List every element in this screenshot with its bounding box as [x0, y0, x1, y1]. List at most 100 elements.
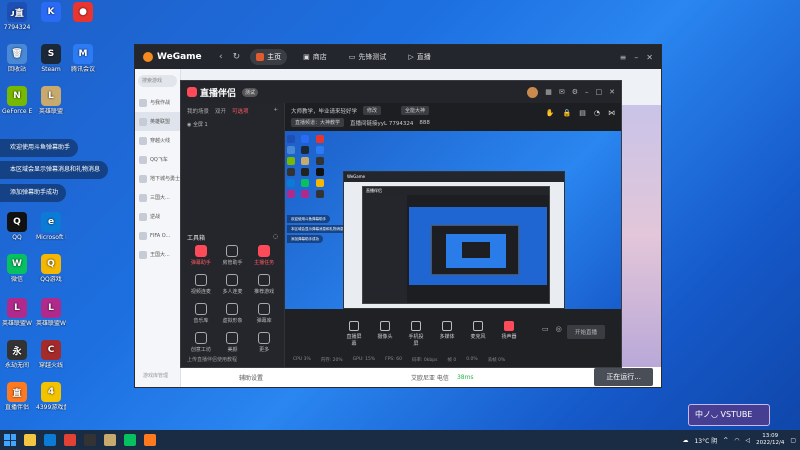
desktop-icon[interactable]: Q QQ游戏	[36, 254, 66, 283]
tab-live[interactable]: ▷ 直播	[402, 49, 436, 65]
nested-zhibo-left	[363, 195, 407, 303]
desktop-icon[interactable]: 🗑 回收站	[2, 44, 32, 73]
start-button[interactable]	[4, 434, 16, 446]
taskbar-chrome-icon[interactable]	[64, 434, 76, 446]
start-game-button[interactable]: 正在运行...	[594, 368, 653, 386]
tool-item[interactable]: 多人连麦	[217, 274, 249, 295]
desktop-icon[interactable]: C 穿越火线	[36, 340, 66, 369]
game-list-item[interactable]: QQ飞车	[135, 150, 180, 169]
desktop-icon[interactable]: ᴊ直 7794324	[2, 2, 32, 31]
weather-icon[interactable]: ☁	[682, 437, 688, 444]
tool-item[interactable]: 音乐库	[185, 303, 217, 324]
grid-icon[interactable]: ▦	[545, 88, 552, 96]
game-search-input[interactable]: 搜索游戏	[138, 75, 177, 87]
tool-item[interactable]: 弹幕助手	[185, 245, 217, 266]
close-icon[interactable]: ✕	[609, 88, 615, 96]
category-select[interactable]: 全能大神	[401, 106, 430, 115]
start-live-button[interactable]: 开始直播	[566, 325, 605, 339]
game-list-item[interactable]: 英雄联盟	[135, 112, 180, 131]
desktop-icon[interactable]: L 英雄联盟	[36, 86, 66, 115]
tab-store[interactable]: ▣ 商店	[297, 49, 333, 65]
lock-icon[interactable]: 🔒	[563, 109, 572, 117]
maximize-icon[interactable]: □	[596, 88, 603, 96]
tool-item[interactable]: 虚拟形象	[217, 303, 249, 324]
taskbar-explorer-icon[interactable]	[24, 434, 36, 446]
taskbar-wechat-icon[interactable]	[124, 434, 136, 446]
add-scene-icon[interactable]: +	[273, 107, 278, 115]
tool-item[interactable]: 美颜	[217, 332, 249, 353]
tutorial-link[interactable]: 上传直播伴侣使用教程	[187, 356, 237, 363]
scene-item[interactable]: ◉ 全屏 1	[181, 119, 284, 130]
control-button[interactable]: 手机投屏	[407, 321, 425, 347]
taskbar-wegame-icon[interactable]	[84, 434, 96, 446]
desktop-icon[interactable]: W 微信	[2, 254, 32, 283]
tab-home[interactable]: 主页	[250, 49, 288, 65]
tool-item[interactable]: 房管助手	[217, 245, 249, 266]
control-button[interactable]: 直播屏幕	[345, 321, 363, 347]
bell-icon[interactable]: ◔	[594, 109, 600, 117]
desktop-icon[interactable]: L 英雄联盟WeGame版	[2, 298, 32, 327]
menu-icon[interactable]: ≡	[620, 53, 627, 62]
game-list-item[interactable]: 王国大...	[135, 245, 180, 264]
minimize-icon[interactable]: –	[585, 88, 589, 96]
desktop-icon[interactable]: e Microsoft Edge	[36, 212, 66, 241]
left-tab[interactable]: 我的场景	[187, 107, 209, 115]
desktop-icon[interactable]: M 腾讯会议	[68, 44, 98, 73]
edit-title-button[interactable]: 修改	[363, 106, 382, 115]
game-list-item[interactable]: 穿越火线	[135, 131, 180, 150]
desktop-icon[interactable]: S Steam	[36, 44, 66, 73]
refresh-icon[interactable]: ↻	[233, 52, 241, 62]
desktop-icon[interactable]: K	[36, 2, 66, 24]
volume-icon[interactable]: ◁	[746, 437, 751, 444]
control-button[interactable]: 摄像头	[376, 321, 394, 347]
taskbar-edge-icon[interactable]	[44, 434, 56, 446]
control-button[interactable]: 扬声器	[500, 321, 518, 347]
tab-beta[interactable]: ▭ 先锋测试	[343, 49, 393, 65]
network-icon[interactable]: ◠	[734, 437, 739, 444]
left-tab[interactable]: 双开	[215, 107, 226, 115]
tool-item[interactable]: 主播任务	[248, 245, 280, 266]
game-list-item[interactable]: 与我作战	[135, 93, 180, 112]
notification-icon[interactable]: ▢	[790, 437, 796, 444]
share-icon[interactable]: ⋈	[608, 109, 615, 117]
desktop-icon[interactable]: 永永劫无间	[2, 340, 32, 369]
taskbar-zhibo-icon[interactable]	[144, 434, 156, 446]
hand-icon[interactable]: ✋	[546, 109, 555, 117]
layout-icon[interactable]: ▤	[579, 109, 586, 117]
game-list-item[interactable]: FIFA O...	[135, 226, 180, 245]
game-list-item[interactable]: 三国大...	[135, 188, 180, 207]
tray-arrow-icon[interactable]: ^	[723, 437, 728, 444]
channel-select[interactable]: 直播频道：大神教学	[291, 118, 345, 127]
game-list-item[interactable]: 逆战	[135, 207, 180, 226]
back-icon[interactable]: ‹	[219, 52, 223, 62]
desktop-icon[interactable]: 4 4399游戏盒	[36, 382, 66, 411]
record-icon[interactable]: ◎	[556, 325, 562, 333]
tool-item[interactable]: 创意工坊	[185, 332, 217, 353]
desktop-icon[interactable]: L 英雄联盟WeGame版	[36, 298, 66, 327]
library-manage-link[interactable]: 游戏库管理	[143, 372, 168, 379]
server-select[interactable]: 艾欧尼亚 电信	[411, 373, 449, 382]
taskbar-lol-icon[interactable]	[104, 434, 116, 446]
close-icon[interactable]: ✕	[646, 53, 653, 62]
clock[interactable]: 13:09 2022/12/4	[756, 433, 784, 447]
minimize-icon[interactable]: –	[634, 53, 638, 62]
game-list-item[interactable]: 地下城与勇士	[135, 169, 180, 188]
avatar[interactable]	[527, 86, 539, 98]
desktop-icon[interactable]: Q QQ	[2, 212, 32, 241]
tool-item[interactable]: 弹幕库	[248, 303, 280, 324]
left-tab[interactable]: 可选项	[232, 107, 249, 115]
tool-item[interactable]: 推荐游戏	[248, 274, 280, 295]
assist-settings[interactable]: 辅助设置	[239, 373, 263, 382]
mail-icon[interactable]: ✉	[559, 88, 565, 96]
control-button[interactable]: 多媒体	[438, 321, 456, 347]
control-button[interactable]: 麦克风	[469, 321, 487, 347]
tool-item[interactable]: 更多	[248, 332, 280, 353]
weather-text[interactable]: 13°C 阴	[694, 436, 717, 445]
toolbox-more-icon[interactable]: ◌	[273, 233, 278, 242]
desktop-icon[interactable]: 直直播伴侣	[2, 382, 32, 411]
desktop-icon[interactable]: N GeForce Experience	[2, 86, 32, 115]
settings-icon[interactable]: ⚙	[572, 88, 578, 96]
camera-icon[interactable]: ▭	[542, 325, 549, 333]
desktop-icon[interactable]: ●	[68, 2, 98, 24]
tool-item[interactable]: 视频连麦	[185, 274, 217, 295]
